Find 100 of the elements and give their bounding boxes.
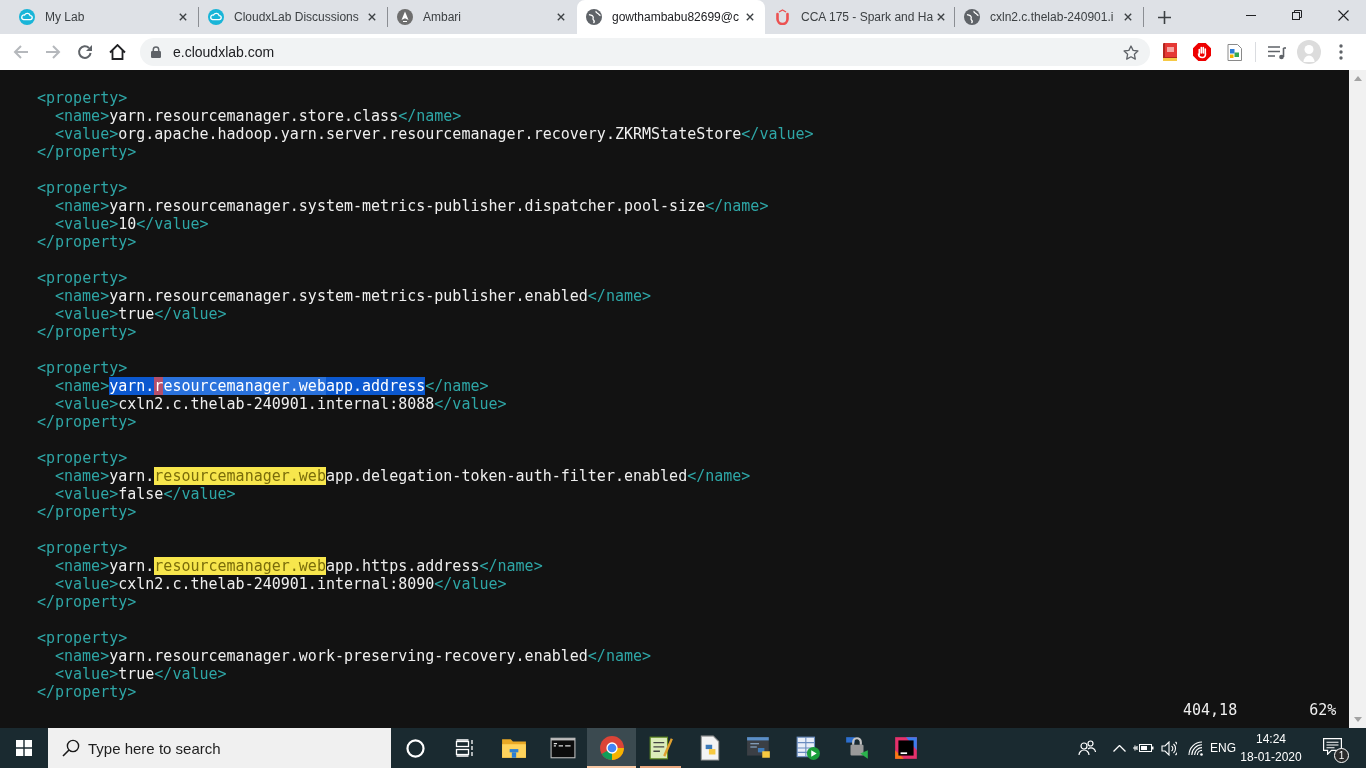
code-text: org.apache.hadoop.yarn.server.resourcemanager.recovery.ZKRMStateStore	[118, 125, 742, 143]
language-button[interactable]: ENG	[1208, 728, 1238, 768]
clock-date: 18-01-2020	[1240, 749, 1302, 766]
window-panes-icon	[16, 740, 32, 756]
xml-tag: <name>	[55, 287, 110, 305]
search-match: resourcemanager.web	[154, 557, 326, 575]
xml-tag: </value>	[163, 485, 236, 503]
xml-tag: </property>	[37, 593, 137, 611]
browser-tab[interactable]: Ambari	[388, 0, 576, 34]
xml-tag: <property>	[37, 539, 128, 557]
xml-tag: </property>	[37, 413, 137, 431]
xml-tag: </value>	[154, 305, 227, 323]
code-text: true	[118, 305, 155, 323]
battery-icon	[1132, 742, 1154, 754]
reload-icon	[77, 44, 93, 60]
code-text: yarn.resourcemanager.system-metrics-publisher.dispatcher.pool-size	[109, 197, 706, 215]
stop-hand-icon	[1193, 43, 1211, 61]
xml-tag: </name>	[687, 467, 751, 485]
playlist-icon	[1268, 44, 1286, 60]
xml-tag: </name>	[587, 287, 652, 305]
clock-button[interactable]: 14:24 18-01-2020	[1238, 728, 1304, 768]
cloud-icon	[208, 9, 224, 25]
close-icon	[557, 13, 565, 21]
notifications-button[interactable]: 1	[1312, 728, 1356, 768]
lock-icon	[843, 735, 870, 761]
xml-tag: <value>	[55, 575, 119, 593]
address-field[interactable]: e.cloudxlab.com	[140, 38, 1150, 66]
more-icon	[1339, 44, 1343, 60]
close-icon	[1337, 9, 1349, 21]
scrollbar[interactable]	[1349, 70, 1366, 728]
xml-tag: <name>	[55, 467, 110, 485]
clock-time: 14:24	[1256, 731, 1286, 748]
book-icon	[1162, 43, 1178, 61]
task-view-icon	[454, 739, 475, 757]
minimize-icon	[1246, 14, 1256, 16]
avatar-icon	[1297, 40, 1321, 64]
xml-tag: </property>	[37, 233, 137, 251]
code-text: yarn.resourcemanager.store.class	[109, 107, 399, 125]
browser-tab[interactable]: My Lab	[10, 0, 198, 34]
xml-tag: </property>	[37, 503, 137, 521]
search-field[interactable]: Type here to search	[48, 728, 391, 768]
star-icon	[1123, 44, 1139, 60]
xml-tag: <value>	[55, 305, 119, 323]
xml-tag: <property>	[37, 179, 128, 197]
code-text: true	[118, 665, 155, 683]
xml-tag: <name>	[55, 197, 110, 215]
browser-tab[interactable]: CCA 175 - Spark and Ha	[766, 0, 954, 34]
xml-tag: <value>	[55, 485, 119, 503]
terminal-icon	[549, 735, 576, 761]
notification-count: 1	[1334, 748, 1349, 763]
scroll-percent: 62%	[1309, 701, 1337, 719]
xml-tag: </value>	[434, 575, 507, 593]
forward-arrow-icon	[45, 44, 61, 60]
selected-text: yarn.	[109, 377, 155, 395]
code-text: false	[118, 485, 164, 503]
globe-icon	[964, 9, 980, 25]
xml-tag: </name>	[587, 647, 652, 665]
ide-icon	[892, 735, 919, 761]
xml-tag: </value>	[741, 125, 814, 143]
code-text: cxln2.c.thelab-240901.internal:8090	[118, 575, 435, 593]
xml-tag: <name>	[55, 557, 110, 575]
code-text: yarn.resourcemanager.work-preserving-recovery.enabled	[109, 647, 588, 665]
close-icon	[746, 13, 754, 21]
xml-tag: <property>	[37, 359, 128, 377]
xml-tag: </value>	[154, 665, 227, 683]
browser-icon	[598, 735, 625, 761]
plus-icon	[1157, 10, 1171, 24]
home-icon	[108, 44, 126, 60]
code-text: app.https.address	[325, 557, 480, 575]
browser-tab[interactable]: CloudxLab Discussions	[199, 0, 387, 34]
code-text: 10	[118, 215, 137, 233]
xml-tag: <property>	[37, 449, 128, 467]
chevron-up-icon	[1112, 744, 1126, 752]
wifi-icon	[1187, 740, 1203, 756]
xml-tag: </property>	[37, 683, 137, 701]
taskbar-app-button[interactable]	[587, 728, 636, 768]
cursor-position: 404,18	[1183, 701, 1238, 719]
code-text: yarn.	[109, 467, 155, 485]
back-arrow-icon	[13, 44, 29, 60]
ring-icon	[406, 738, 425, 758]
xml-tag: </property>	[37, 323, 137, 341]
browser-tab[interactable]: gowthambabu82699@c	[577, 0, 765, 34]
up-arrow-icon	[1353, 76, 1362, 81]
browser-tab[interactable]: cxln2.c.thelab-240901.i	[955, 0, 1143, 34]
xml-tag: <value>	[55, 215, 119, 233]
site-logo-icon	[397, 9, 413, 25]
document-icon	[1226, 43, 1242, 61]
xml-tag: </name>	[398, 107, 462, 125]
down-arrow-icon	[1353, 717, 1362, 722]
code-text: app.delegation-token-auth-filter.enabled	[325, 467, 688, 485]
close-icon	[179, 13, 187, 21]
table-play-icon	[794, 735, 821, 761]
code-text: yarn.	[109, 557, 155, 575]
restore-icon	[1292, 10, 1302, 20]
close-icon	[1124, 13, 1132, 21]
xml-tag: <value>	[55, 125, 119, 143]
xml-tag: <property>	[37, 89, 128, 107]
xml-tag: <value>	[55, 665, 119, 683]
xml-tag: </property>	[37, 143, 137, 161]
xml-tag: <name>	[55, 377, 110, 395]
